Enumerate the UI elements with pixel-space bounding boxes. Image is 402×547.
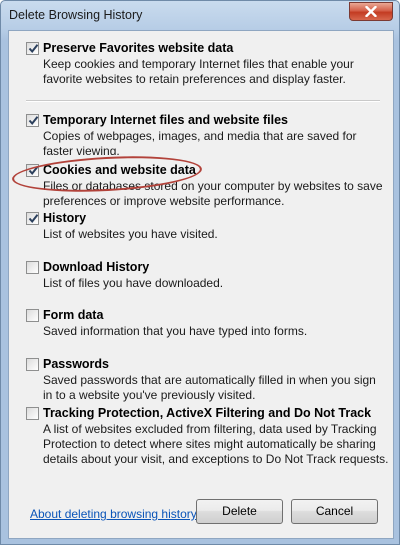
checkmark-icon <box>28 214 39 224</box>
close-x-icon <box>365 6 377 17</box>
temporary-internet-files-label: Temporary Internet files and website fil… <box>43 113 288 127</box>
download-history-description: List of files you have downloaded. <box>43 276 224 290</box>
title-bar[interactable]: Delete Browsing History <box>1 1 399 29</box>
delete-browsing-history-dialog: Delete Browsing History Preserve Favorit… <box>0 0 400 545</box>
close-button[interactable] <box>349 2 393 21</box>
temporary-internet-files-description: Copies of webpages, images, and media th… <box>43 129 357 155</box>
cookies-checkbox[interactable] <box>26 164 39 177</box>
tracking-protection-description: A list of websites excluded from filteri… <box>43 422 389 466</box>
history-label: History <box>43 211 87 225</box>
cancel-button[interactable]: Cancel <box>291 499 378 524</box>
download-history-label: Download History <box>43 260 150 274</box>
form-data-checkbox[interactable] <box>26 309 39 322</box>
form-data-label: Form data <box>43 308 104 322</box>
history-description: List of websites you have visited. <box>43 227 218 241</box>
preserve-favorites-description: Keep cookies and temporary Internet file… <box>43 57 354 86</box>
tracking-protection-checkbox[interactable] <box>26 407 39 420</box>
preserve-favorites-checkbox[interactable] <box>26 42 39 55</box>
download-history-checkbox[interactable] <box>26 261 39 274</box>
passwords-label: Passwords <box>43 357 110 371</box>
passwords-description: Saved passwords that are automatically f… <box>43 373 376 402</box>
delete-button[interactable]: Delete <box>196 499 283 524</box>
preserve-favorites-label: Preserve Favorites website data <box>43 41 234 55</box>
cookies-label: Cookies and website data <box>43 163 196 177</box>
temporary-internet-files-checkbox[interactable] <box>26 114 39 127</box>
dialog-content: Preserve Favorites website data Keep coo… <box>8 30 394 539</box>
form-data-description: Saved information that you have typed in… <box>43 324 308 338</box>
window-title: Delete Browsing History <box>9 8 143 22</box>
passwords-checkbox[interactable] <box>26 358 39 371</box>
separator <box>26 100 380 102</box>
cookies-description: Files or databases stored on your comput… <box>43 179 383 208</box>
history-checkbox[interactable] <box>26 212 39 225</box>
tracking-protection-label: Tracking Protection, ActiveX Filtering a… <box>43 406 372 420</box>
checkmark-icon <box>28 166 39 176</box>
about-deleting-history-link[interactable]: About deleting browsing history <box>30 507 197 521</box>
checkmark-icon <box>28 44 39 54</box>
checkmark-icon <box>28 116 39 126</box>
